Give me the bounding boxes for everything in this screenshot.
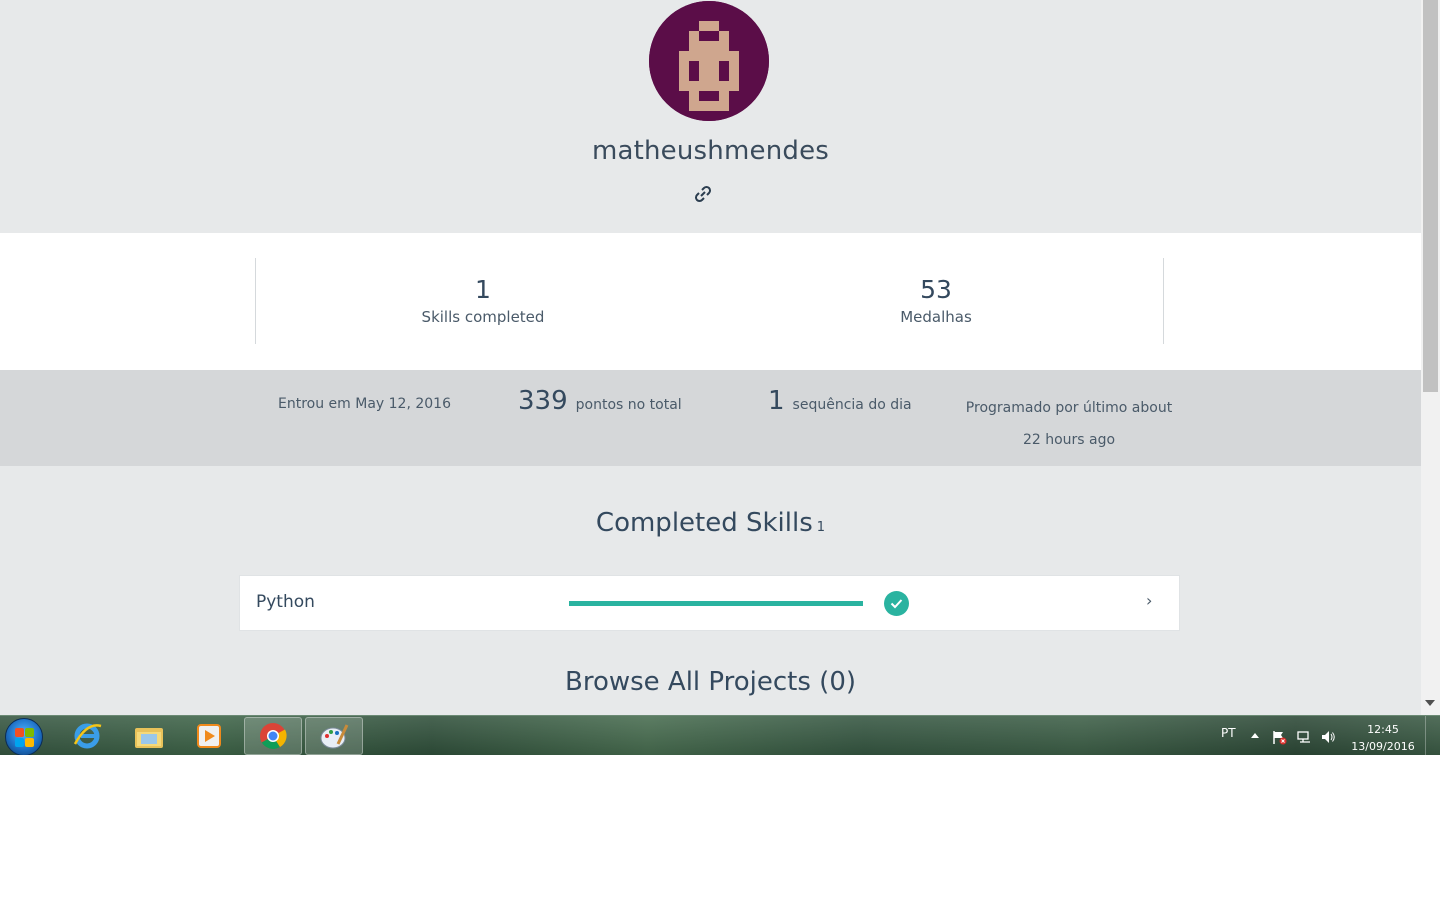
clock-date: 13/09/2016 — [1351, 740, 1415, 753]
browse-projects-title[interactable]: Browse All Projects (0) — [0, 667, 1421, 697]
avatar-pixel-art — [649, 1, 769, 121]
avatar — [649, 1, 769, 121]
windows-logo-icon — [25, 738, 34, 747]
taskbar-app-chrome[interactable] — [244, 717, 302, 755]
day-streak: 1 sequência do dia — [768, 386, 912, 416]
skill-progress-fill — [569, 601, 863, 606]
taskbar-app-windows-explorer[interactable] — [120, 717, 178, 755]
stat-label: Medalhas — [900, 308, 972, 326]
total-points: 339 pontos no total — [518, 386, 682, 416]
completed-skills-heading: Completed Skills — [595, 508, 813, 538]
chevron-right-icon: › — [1146, 591, 1153, 610]
streak-label: sequência do dia — [792, 397, 912, 413]
stats-band: 1 Skills completed 53 Medalhas — [0, 233, 1421, 370]
show-hidden-icons-icon[interactable] — [1251, 733, 1259, 738]
scroll-down-arrow-icon[interactable] — [1425, 700, 1435, 706]
info-band: Entrou em May 12, 2016 339 pontos no tot… — [0, 370, 1421, 466]
skill-progress-bar — [569, 601, 863, 606]
link-icon[interactable] — [693, 184, 713, 204]
chrome-icon — [260, 723, 287, 750]
stats-divider — [1163, 258, 1164, 344]
clock-time: 12:45 — [1367, 723, 1399, 736]
stat-value: 53 — [920, 275, 952, 304]
joined-date: Entrou em May 12, 2016 — [278, 396, 451, 412]
show-desktop-button[interactable] — [1425, 716, 1439, 756]
scrollbar-thumb[interactable] — [1423, 0, 1438, 392]
streak-value: 1 — [768, 386, 785, 416]
stat-skills-completed: 1 Skills completed — [333, 273, 633, 327]
stat-label: Skills completed — [421, 308, 545, 326]
folder-icon — [135, 728, 163, 748]
windows-logo-icon — [25, 728, 34, 737]
profile-page: matheushmendes 1 Skills completed 53 Med… — [0, 0, 1421, 715]
username: matheushmendes — [591, 136, 830, 166]
last-coded: Programado por último about 22 hours ago — [965, 400, 1173, 448]
network-icon[interactable] — [1296, 729, 1312, 745]
stats-divider — [255, 258, 256, 344]
system-clock[interactable]: 12:45 13/09/2016 — [1346, 721, 1420, 755]
skill-row-python[interactable]: Python › — [239, 575, 1180, 631]
taskbar-app-paint[interactable] — [305, 717, 363, 755]
language-indicator[interactable]: PT — [1221, 726, 1236, 740]
taskbar-app-internet-explorer[interactable] — [58, 717, 116, 755]
stat-value: 1 — [475, 275, 491, 304]
windows-logo-icon — [15, 728, 24, 737]
windows-logo-icon — [15, 738, 24, 747]
completed-skills-count: 1 — [816, 520, 826, 535]
browser-viewport: matheushmendes 1 Skills completed 53 Med… — [0, 0, 1440, 715]
points-value: 339 — [518, 386, 568, 416]
paint-icon — [320, 724, 349, 749]
taskbar-app-media-player[interactable] — [180, 717, 238, 755]
action-center-flag-icon[interactable] — [1271, 729, 1287, 745]
taskbar: PT 12:45 13/09/2016 — [0, 715, 1440, 756]
page-scrollbar[interactable] — [1421, 0, 1440, 715]
points-label: pontos no total — [575, 397, 682, 413]
completed-skills-title: Completed Skills 1 — [0, 508, 1421, 538]
media-player-icon — [197, 724, 221, 748]
check-icon — [884, 591, 909, 616]
start-button[interactable] — [5, 718, 43, 756]
skill-name: Python — [256, 592, 315, 612]
volume-icon[interactable] — [1320, 729, 1336, 745]
stat-medals: 53 Medalhas — [786, 273, 1086, 327]
ie-icon — [73, 723, 102, 749]
blank-area — [0, 755, 1440, 900]
